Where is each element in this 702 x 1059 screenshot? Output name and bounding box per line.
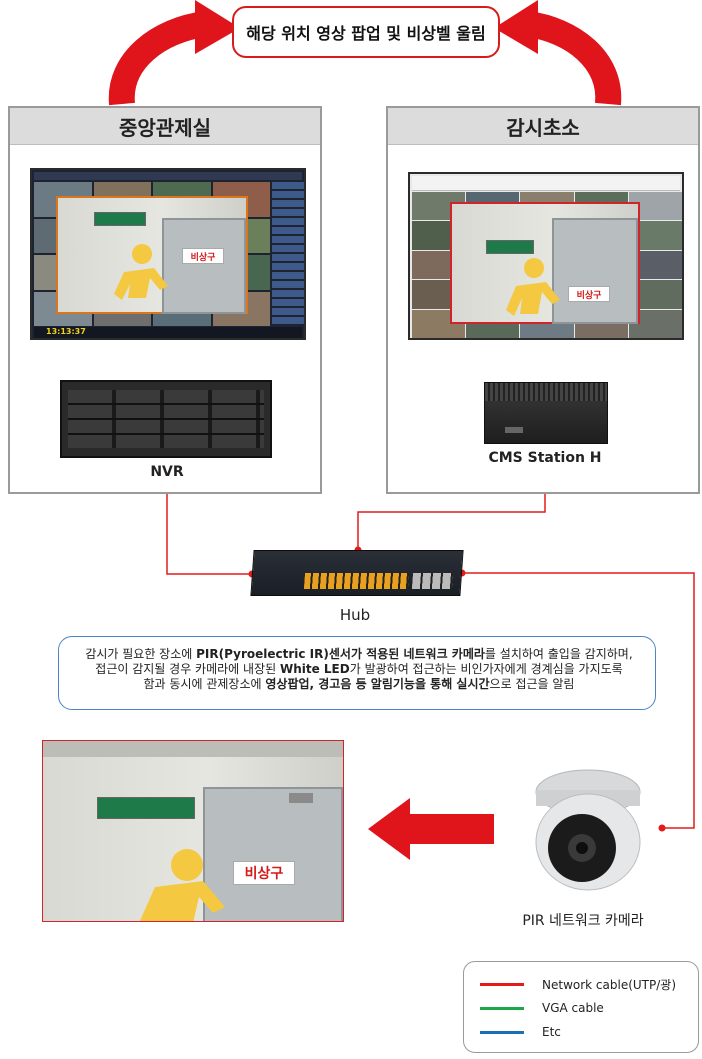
description-box: 감시가 필요한 장소에 PIR(Pyroelectric IR)센서가 적용된 … bbox=[58, 636, 656, 710]
legend-swatch bbox=[480, 1006, 524, 1010]
cms-toolbar bbox=[412, 176, 680, 191]
nvr-monitor-topbar bbox=[34, 172, 302, 180]
detected-scene-image: 비상구 bbox=[42, 740, 344, 922]
legend-row-network: Network cable(UTP/광) bbox=[480, 974, 676, 994]
right-alert-arrowhead bbox=[494, 0, 538, 54]
legend-swatch bbox=[480, 982, 524, 986]
hub-switch bbox=[250, 550, 464, 596]
guard-post-title: 감시초소 bbox=[388, 108, 698, 145]
nvr-channel-list bbox=[272, 182, 304, 326]
hub-ports bbox=[303, 573, 409, 589]
legend: Network cable(UTP/광) VGA cable Etc bbox=[463, 961, 699, 1053]
network-cable-nvr bbox=[166, 484, 252, 575]
nvr-label: NVR bbox=[150, 464, 184, 480]
nvr-device bbox=[60, 380, 272, 458]
dome-camera-icon bbox=[535, 769, 641, 891]
description-line-3: 함과 동시에 관제장소에 영상팝업, 경고음 등 알림기능을 통해 실시간으로 … bbox=[143, 677, 575, 691]
camera-to-scene-arrowhead bbox=[368, 798, 410, 860]
alert-popup-box: 해당 위치 영상 팝업 및 비상벨 울림 bbox=[232, 6, 500, 58]
cms-video-popup: 비상구 bbox=[450, 202, 640, 324]
nvr-toolbar: 13:13:37 bbox=[34, 327, 302, 338]
hub-sfp-ports bbox=[411, 573, 453, 589]
description-line-1: 감시가 필요한 장소에 PIR(Pyroelectric IR)센서가 적용된 … bbox=[85, 647, 633, 661]
camera-to-scene-arrow-body bbox=[410, 814, 494, 844]
legend-swatch bbox=[480, 1030, 524, 1034]
nvr-clock: 13:13:37 bbox=[46, 327, 86, 336]
pir-camera bbox=[522, 762, 654, 896]
legend-row-etc: Etc bbox=[480, 1022, 561, 1042]
hub-label: Hub bbox=[339, 606, 371, 624]
alert-text: 해당 위치 영상 팝업 및 비상벨 울림 bbox=[246, 24, 486, 43]
cms-station-label: CMS Station H bbox=[488, 450, 602, 466]
person-icon bbox=[139, 849, 225, 921]
right-alert-arrow bbox=[525, 11, 622, 106]
left-alert-arrow bbox=[108, 11, 208, 106]
cms-monitor: 비상구 bbox=[408, 172, 684, 340]
cms-station-device bbox=[484, 382, 608, 444]
legend-row-vga: VGA cable bbox=[480, 998, 604, 1018]
person-icon bbox=[506, 258, 560, 316]
central-control-title: 중앙관제실 bbox=[10, 108, 320, 145]
nvr-monitor: 13:13:37 비상구 bbox=[30, 168, 306, 340]
nvr-video-popup: 비상구 bbox=[56, 196, 248, 314]
pir-camera-label: PIR 네트워크 카메라 bbox=[522, 913, 644, 929]
person-icon bbox=[114, 244, 168, 300]
description-line-2: 접근이 감지될 경우 카메라에 내장된 White LED가 발광하여 접근하는… bbox=[95, 662, 623, 676]
